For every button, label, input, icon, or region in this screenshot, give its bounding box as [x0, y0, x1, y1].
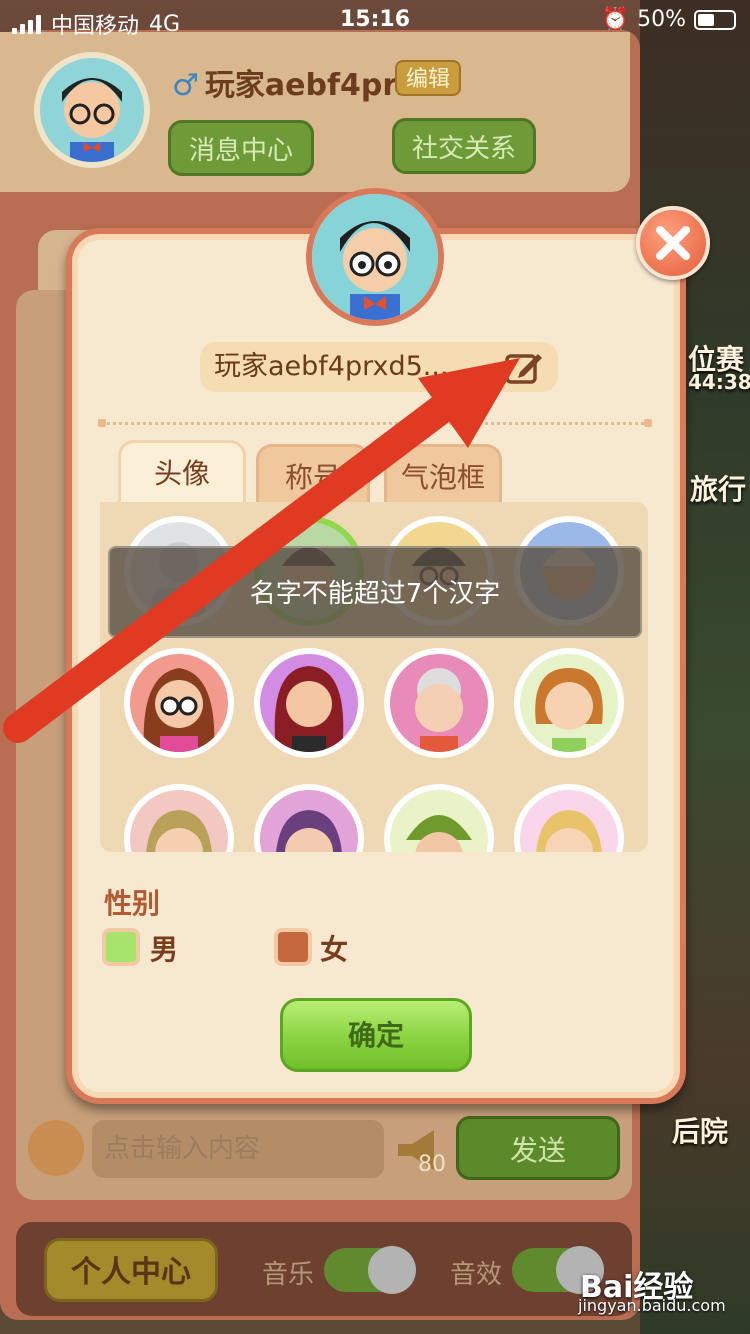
toast-message: 名字不能超过7个汉字 [108, 546, 642, 638]
female-label: 女 [320, 933, 349, 966]
music-toggle[interactable] [324, 1246, 416, 1294]
avatar-option-8[interactable] [514, 648, 624, 758]
battery-percent: 50% [637, 7, 686, 32]
watermark-url: jingyan.baidu.com [578, 1296, 726, 1315]
battery-icon [694, 9, 736, 30]
message-center-button[interactable]: 消息中心 [168, 120, 314, 176]
chat-avatar-icon [28, 1120, 84, 1176]
horn-count: 80 [418, 1152, 446, 1177]
gender-title: 性别 [104, 887, 161, 920]
avatar-option-12[interactable] [514, 784, 624, 852]
pencil-edit-icon[interactable] [504, 350, 544, 386]
side-label-travel: 旅行 [690, 473, 747, 506]
avatar-option-6[interactable] [254, 648, 364, 758]
tab-title[interactable]: 称号 [256, 444, 370, 502]
status-bar: 中国移动 4G 15:16 ⏰ 50% [0, 0, 750, 40]
chat-input[interactable]: 点击输入内容 [92, 1120, 384, 1178]
avatar-option-10[interactable] [254, 784, 364, 852]
profile-name-text: 玩家aebf4prx [204, 68, 417, 103]
music-label: 音乐 [262, 1260, 315, 1290]
close-icon [656, 226, 690, 260]
sound-label: 音效 [450, 1260, 503, 1290]
social-button[interactable]: 社交关系 [392, 118, 536, 174]
alarm-icon: ⏰ [601, 7, 630, 32]
avatar-option-11[interactable] [384, 784, 494, 852]
female-checkbox[interactable] [274, 928, 312, 966]
confirm-button[interactable]: 确定 [280, 998, 472, 1072]
divider [100, 422, 650, 425]
side-label-backyard: 后院 [672, 1115, 729, 1148]
male-label: 男 [150, 933, 179, 966]
male-icon: ♂ [172, 68, 199, 103]
profile-avatar[interactable] [34, 52, 150, 168]
edit-name-button[interactable]: 编辑 [395, 60, 461, 96]
send-button[interactable]: 发送 [456, 1116, 620, 1180]
divider-cap-left [98, 419, 106, 427]
avatar-option-9[interactable] [124, 784, 234, 852]
tab-bubble-frame[interactable]: 气泡框 [384, 444, 502, 502]
dialog-avatar [306, 188, 444, 326]
close-button[interactable] [636, 206, 710, 280]
side-timer: 44:38 [688, 370, 750, 394]
personal-center-button[interactable]: 个人中心 [44, 1238, 218, 1302]
tab-avatar[interactable]: 头像 [118, 440, 246, 502]
avatar-option-7[interactable] [384, 648, 494, 758]
avatar-option-5[interactable] [124, 648, 234, 758]
profile-name: ♂ 玩家aebf4prx [172, 60, 417, 104]
divider-cap-right [644, 419, 652, 427]
male-checkbox[interactable] [102, 928, 140, 966]
